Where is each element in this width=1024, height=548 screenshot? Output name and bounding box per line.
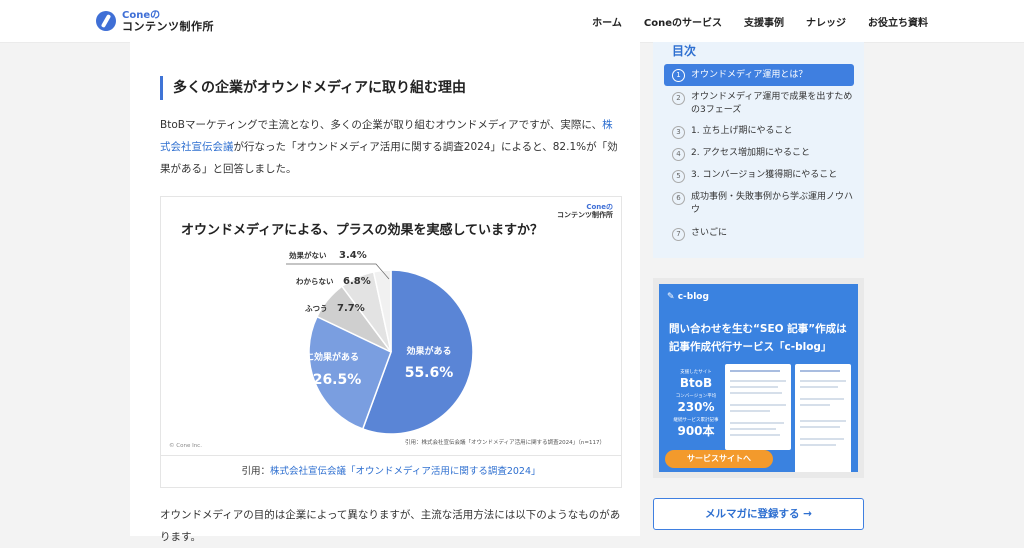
toc-item-label: オウンドメディア運用で成果を出すための3フェーズ <box>691 92 853 115</box>
banner-inner: ✎ c-blog 問い合わせを生む“SEO 記事”作成は 記事作成代行サービス「… <box>659 284 858 472</box>
site-logo[interactable]: Coneの コンテンツ制作所 <box>96 8 214 34</box>
slice-label: 効果がある <box>406 345 451 357</box>
cone-logo-icon <box>96 11 116 31</box>
toc-item-label: 1. 立ち上げ期にやること <box>691 126 793 136</box>
newsletter-signup-button[interactable]: メルマガに登録する → <box>653 498 864 530</box>
toc-number: 1 <box>672 68 685 82</box>
intro-paragraph: BtoBマーケティングで主流となり、多くの企業が取り組むオウンドメディアですが、… <box>160 114 622 180</box>
nav-services[interactable]: Coneのサービス <box>644 14 722 29</box>
banner-stats: 支援したサイト BtoB コンバージョン平均 230% 継続サービス累計記事 9… <box>671 370 721 442</box>
toc-title: 目次 <box>672 44 697 58</box>
toc-number: 6 <box>672 192 685 205</box>
toc-item-1[interactable]: 1 オウンドメディア運用とは？ <box>664 64 854 86</box>
toc-number: 3 <box>672 126 685 139</box>
toc-item-label: 2. アクセス増加期にやること <box>691 148 810 158</box>
toc-item-label: さいごに <box>691 228 728 238</box>
toc-number: 5 <box>672 170 685 183</box>
banner-stat: 支援したサイト BtoB <box>671 370 721 390</box>
c-blog-banner[interactable]: ✎ c-blog 問い合わせを生む“SEO 記事”作成は 記事作成代行サービス「… <box>653 278 864 478</box>
banner-brand: ✎ c-blog <box>667 292 709 302</box>
banner-document-image <box>725 364 791 450</box>
article-body: 多くの企業がオウンドメディアに取り組む理由 BtoBマーケティングで主流となり、… <box>130 42 640 543</box>
section-heading: 多くの企業がオウンドメディアに取り組む理由 <box>160 76 466 100</box>
banner-stat-value: 230% <box>677 400 715 414</box>
logo-bottom-text: コンテンツ制作所 <box>122 20 214 33</box>
figure-source: 引用：株式会社宣伝会議「オウンドメディア活用に関する調査2024」（n=117） <box>405 440 605 446</box>
toc-number: 4 <box>672 148 685 161</box>
slice-value-label: 3.4% <box>339 250 367 261</box>
toc-item-label: 成功事例・失敗事例から学ぶ運用ノウハウ <box>691 192 854 215</box>
nav-resources[interactable]: お役立ち資料 <box>868 14 928 29</box>
toc-item-label: 3. コンバージョン獲得期にやること <box>691 170 838 180</box>
banner-title-line-2: 記事作成代行サービス「c-blog」 <box>669 341 832 353</box>
table-of-contents: 目次 1 オウンドメディア運用とは？ 2 オウンドメディア運用で成果を出すための… <box>653 42 864 258</box>
figure-caption: 引用：株式会社宣伝会議「オウンドメディア活用に関する調査2024」 <box>161 455 621 487</box>
toc-number: 2 <box>672 92 685 105</box>
toc-item-label: オウンドメディア運用とは？ <box>691 69 808 80</box>
global-nav: ホーム Coneのサービス 支援事例 ナレッジ お役立ち資料 <box>592 14 928 29</box>
intro-text-1: BtoBマーケティングで主流となり、多くの企業が取り組むオウンドメディアですが、… <box>160 119 603 131</box>
slice-value-label: 55.6% <box>405 365 454 381</box>
toc-item-6[interactable]: 6 成功事例・失敗事例から学ぶ運用ノウハウ <box>664 191 854 217</box>
toc-item-7[interactable]: 7 さいごに <box>664 227 854 241</box>
slice-label: わからない <box>296 277 334 286</box>
toc-item-4[interactable]: 4 2. アクセス増加期にやること <box>664 147 854 161</box>
banner-stat-value: 900本 <box>677 424 715 438</box>
toc-number: 7 <box>672 228 685 241</box>
figure-copyright: © Cone Inc. <box>169 443 202 449</box>
banner-stat: コンバージョン平均 230% <box>671 394 721 414</box>
toc-item-5[interactable]: 5 3. コンバージョン獲得期にやること <box>664 169 854 183</box>
toc-item-3[interactable]: 3 1. 立ち上げ期にやること <box>664 125 854 139</box>
banner-stat: 継続サービス累計記事 900本 <box>671 418 721 438</box>
caption-prefix: 引用： <box>241 466 270 477</box>
nav-home[interactable]: ホーム <box>592 14 622 29</box>
banner-document-image <box>795 364 851 472</box>
slice-value-label: 26.5% <box>313 372 362 388</box>
service-site-button[interactable]: サービスサイトへ <box>665 450 773 468</box>
toc-item-2[interactable]: 2 オウンドメディア運用で成果を出すための3フェーズ <box>664 91 854 117</box>
survey-figure: Coneの コンテンツ制作所 オウンドメディアによる、プラスの効果を実感していま… <box>160 196 622 488</box>
nav-cases[interactable]: 支援事例 <box>744 14 784 29</box>
pie-chart: 効果がある 55.6% 非常に効果がある 26.5% ふつう 7.7% わからない 6.8% 効… <box>286 250 474 435</box>
site-header: Coneの コンテンツ制作所 ホーム Coneのサービス 支援事例 ナレッジ お… <box>0 0 1024 43</box>
banner-stat-value: BtoB <box>679 376 713 390</box>
nav-knowledge[interactable]: ナレッジ <box>806 14 846 29</box>
caption-link[interactable]: 株式会社宣伝会議「オウンドメディア活用に関する調査2024」 <box>270 466 541 477</box>
banner-title-line-1: 問い合わせを生む“SEO 記事”作成は <box>669 323 847 335</box>
outro-paragraph: オウンドメディアの目的は企業によって異なりますが、主流な活用方法には以下のような… <box>160 509 621 543</box>
slice-value-label: 6.8% <box>343 276 371 287</box>
banner-title: 問い合わせを生む“SEO 記事”作成は 記事作成代行サービス「c-blog」 <box>669 320 847 356</box>
slice-label: ふつう <box>305 304 328 313</box>
slice-value-label: 7.7% <box>337 303 365 314</box>
slice-label: 効果がない <box>289 250 327 260</box>
slice-label: 非常に効果がある <box>287 351 359 363</box>
banner-brand-icon: ✎ <box>667 292 678 302</box>
